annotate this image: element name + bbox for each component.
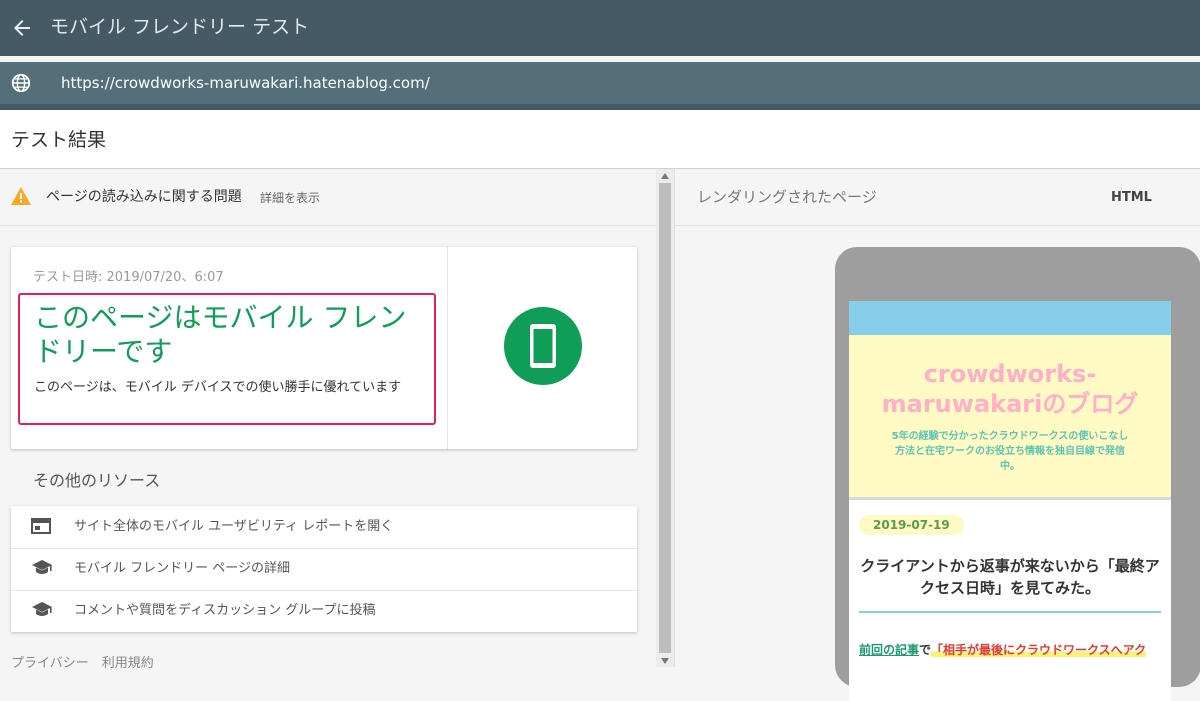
phone-frame: crowdworks-maruwakariのブログ 5年の経験で分かったクラウド… <box>835 247 1200 701</box>
footer-links[interactable]: プライバシー 利用規約 <box>11 657 154 671</box>
show-details-link[interactable]: 詳細を表示 <box>260 189 320 207</box>
post-snippet: 前回の記事で「相手が最後にクラウドワークスへアク <box>859 641 1171 659</box>
tab-html[interactable]: HTML <box>1111 189 1152 207</box>
globe-icon <box>10 72 32 94</box>
snippet-link: 前回の記事 <box>859 643 920 657</box>
post-title-underline <box>859 611 1161 613</box>
issue-text: ページの読み込みに関する問題 <box>46 189 242 205</box>
rendered-page-pane: レンダリングされたページ HTML crowdworks-maruwakariの… <box>674 169 1200 701</box>
verdict-highlight-box: このページはモバイル フレンドリーです このページは、モバイル デバイスでの使い… <box>18 293 436 425</box>
snippet-highlight: 「相手が最後にクラウドワークスへアク <box>931 643 1147 657</box>
scroll-down-arrow-icon[interactable] <box>660 657 670 665</box>
verdict-description: このページは、モバイル デバイスでの使い勝手に優れています <box>34 380 402 395</box>
url-bar[interactable]: https://crowdworks-maruwakari.hatenablog… <box>0 62 1200 104</box>
tested-url[interactable]: https://crowdworks-maruwakari.hatenablog… <box>61 72 430 94</box>
resource-item-mobile-friendly-details[interactable]: モバイル フレンドリー ページの詳細 <box>11 548 637 591</box>
result-title-bar: テスト結果 <box>0 110 1200 169</box>
left-pane: ページの読み込みに関する問題 詳細を表示 テスト日時: 2019/07/20、6… <box>0 169 656 671</box>
issue-bar: ページの読み込みに関する問題 詳細を表示 <box>0 169 656 226</box>
resources-list: サイト全体のモバイル ユーザビリティ レポートを開く モバイル フレンドリー ペ… <box>11 506 637 632</box>
phone-screen-preview: crowdworks-maruwakariのブログ 5年の経験で分かったクラウド… <box>849 301 1171 701</box>
rendered-page-title: レンダリングされたページ <box>697 188 877 206</box>
resource-item-usability-report[interactable]: サイト全体のモバイル ユーザビリティ レポートを開く <box>11 506 637 549</box>
card-divider <box>447 247 448 449</box>
graduation-cap-icon <box>31 559 53 579</box>
post-date-badge: 2019-07-19 <box>859 515 964 535</box>
blog-header: crowdworks-maruwakariのブログ 5年の経験で分かったクラウド… <box>849 335 1171 500</box>
graduation-cap-icon <box>31 601 53 621</box>
rendered-page-header: レンダリングされたページ HTML <box>675 169 1200 226</box>
resource-item-label: コメントや質問をディスカッション グループに投稿 <box>74 603 376 618</box>
warning-icon <box>11 187 31 205</box>
resource-item-discussion-group[interactable]: コメントや質問をディスカッション グループに投稿 <box>11 590 637 632</box>
snippet-text: で <box>919 643 932 657</box>
test-date: テスト日時: 2019/07/20、6:07 <box>33 270 224 285</box>
resource-item-label: サイト全体のモバイル ユーザビリティ レポートを開く <box>74 519 394 534</box>
blog-top-strip <box>849 301 1171 335</box>
app-header: モバイル フレンドリー テスト <box>0 0 1200 56</box>
scrollbar-thumb[interactable] <box>659 183 671 653</box>
resources-heading: その他のリソース <box>33 471 161 490</box>
blog-description: 5年の経験で分かったクラウドワークスの使いこなし方法と在宅ワークのお役立ち情報を… <box>891 431 1129 472</box>
result-card: テスト日時: 2019/07/20、6:07 このページはモバイル フレンドリー… <box>11 247 637 449</box>
post-title: クライアントから返事が来ないから「最終アクセス日時」を見てみた。 <box>860 557 1160 597</box>
scroll-up-arrow-icon[interactable] <box>660 172 670 180</box>
browser-window-icon <box>31 517 53 537</box>
result-title: テスト結果 <box>11 129 107 151</box>
app-title: モバイル フレンドリー テスト <box>50 16 310 38</box>
mobile-phone-icon <box>504 307 582 385</box>
verdict-heading: このページはモバイル フレンドリーです <box>34 301 407 368</box>
back-arrow-icon[interactable] <box>10 16 34 40</box>
resource-item-label: モバイル フレンドリー ページの詳細 <box>74 561 291 576</box>
blog-title: crowdworks-maruwakariのブログ <box>881 360 1139 418</box>
left-pane-scrollbar[interactable] <box>656 169 674 667</box>
